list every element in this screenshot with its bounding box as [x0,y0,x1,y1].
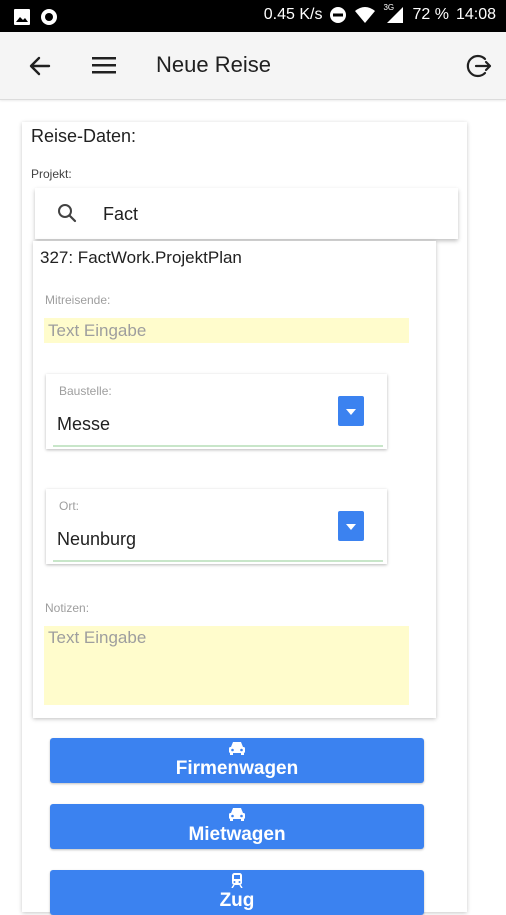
logout-icon[interactable] [465,52,493,80]
chevron-down-icon [346,524,356,530]
car-icon [229,808,245,821]
network-speed: 0.45 K/s [263,6,323,23]
wifi-icon [355,7,376,23]
zug-button[interactable]: Zug [50,870,424,915]
firmenwagen-label: Firmenwagen [175,758,299,779]
section-title: Reise-Daten: [31,126,137,146]
record-icon [41,9,57,25]
mietwagen-label: Mietwagen [188,824,286,845]
baustelle-value: Messe [57,414,111,434]
battery-level: 72 % [412,6,449,23]
chevron-down-icon [346,409,356,415]
mitreisende-input[interactable] [44,318,409,343]
baustelle-label: Baustelle: [59,384,112,398]
zug-label: Zug [219,890,255,911]
app-bar: Neue Reise [0,32,506,100]
mietwagen-button[interactable]: Mietwagen [50,804,424,849]
firmenwagen-button[interactable]: Firmenwagen [50,738,424,783]
ort-dropdown-button[interactable] [338,511,364,541]
project-search-bar[interactable] [35,188,458,239]
status-bar: 0.45 K/s 3G 72 % 14:08 [0,0,506,32]
ort-value: Neunburg [57,529,137,549]
project-search-input[interactable] [103,200,443,228]
image-icon [14,9,30,25]
hamburger-menu-icon[interactable] [92,54,116,76]
page-title: Neue Reise [156,52,271,77]
search-icon [58,204,77,223]
ort-underline [53,560,383,562]
clock: 14:08 [455,6,496,23]
baustelle-dropdown-button[interactable] [338,396,364,426]
projekt-label: Projekt: [31,167,72,181]
ort-label: Ort: [59,499,79,513]
car-icon [229,742,245,755]
baustelle-underline [53,445,383,447]
ort-select[interactable]: Ort: Neunburg [46,489,387,564]
do-not-disturb-icon [330,7,347,23]
project-result-title[interactable]: 327: FactWork.ProjektPlan [40,248,242,268]
train-icon [231,873,243,888]
baustelle-select[interactable]: Baustelle: Messe [46,374,387,449]
notizen-textarea[interactable] [44,626,409,705]
back-arrow-icon[interactable] [27,53,53,79]
mitreisende-label: Mitreisende: [45,293,111,307]
notizen-label: Notizen: [45,601,90,615]
signal-icon [387,7,404,23]
